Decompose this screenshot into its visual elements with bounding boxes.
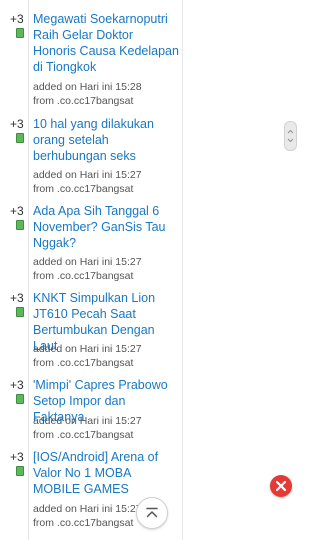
vote-score[interactable]: +3: [10, 116, 24, 132]
source-text: from .co.cc17bangsat: [33, 183, 134, 195]
vote-score[interactable]: +3: [10, 449, 24, 465]
item-title-link[interactable]: Megawati Soekarnoputri Raih Gelar Doktor…: [33, 11, 179, 75]
status-dot: [16, 133, 24, 143]
right-divider: [182, 0, 183, 540]
vote-score[interactable]: +3: [10, 11, 24, 27]
status-dot: [16, 28, 24, 38]
status-dot: [16, 466, 24, 476]
back-to-top-button[interactable]: [136, 497, 168, 529]
close-button[interactable]: [270, 475, 292, 497]
status-dot: [16, 394, 24, 404]
added-timestamp: added on Hari ini 15:27: [33, 343, 142, 355]
source-text: from .co.cc17bangsat: [33, 270, 134, 282]
vote-score[interactable]: +3: [10, 290, 24, 306]
item-title-link[interactable]: 10 hal yang dilakukan orang setelah berh…: [33, 116, 179, 164]
vote-score[interactable]: +3: [10, 377, 24, 393]
scroll-down-chevron-icon: [287, 138, 294, 143]
added-timestamp: added on Hari ini 15:27: [33, 256, 142, 268]
scrollbar-handle[interactable]: [284, 121, 297, 151]
added-timestamp: added on Hari ini 15:27: [33, 415, 142, 427]
item-title-link[interactable]: [IOS/Android] Arena of Valor No 1 MOBA M…: [33, 449, 179, 497]
left-divider: [28, 0, 29, 540]
status-dot: [16, 307, 24, 317]
vote-score[interactable]: +3: [10, 203, 24, 219]
status-dot: [16, 220, 24, 230]
added-timestamp: added on Hari ini 15:27: [33, 169, 142, 181]
source-text: from .co.cc17bangsat: [33, 95, 134, 107]
added-timestamp: added on Hari ini 15:28: [33, 81, 142, 93]
scroll-up-chevron-icon: [287, 129, 294, 134]
source-text: from .co.cc17bangsat: [33, 357, 134, 369]
source-text: from .co.cc17bangsat: [33, 429, 134, 441]
item-title-link[interactable]: Ada Apa Sih Tanggal 6 November? GanSis T…: [33, 203, 179, 251]
